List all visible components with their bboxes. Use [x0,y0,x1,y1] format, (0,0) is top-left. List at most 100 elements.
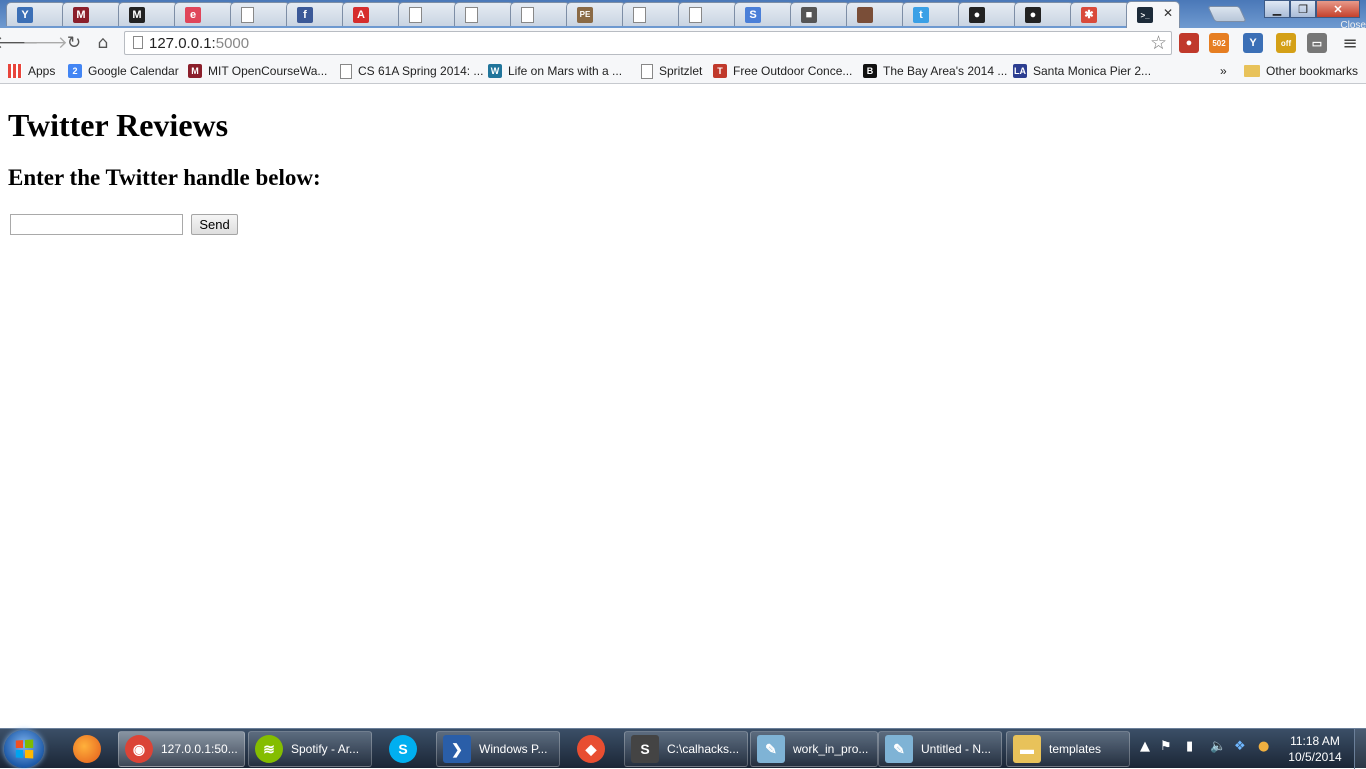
browser-tab[interactable]: f [286,2,346,26]
page-icon [641,63,653,79]
yammer-ext-icon[interactable]: Y [1243,33,1263,53]
browser-tab[interactable]: M [62,2,122,26]
notepad-icon: ✎ [757,735,785,763]
facebook-icon: f [297,6,313,23]
browser-tab[interactable]: ✱ [1070,2,1130,26]
bookmark-item[interactable]: Spritzlet [641,62,702,80]
browser-tab[interactable]: A [342,2,402,26]
taskbar-item[interactable]: ▬ templates [1006,731,1130,767]
browser-tab[interactable]: >_ ✕ [1126,1,1180,28]
browser-tab[interactable]: ■ [790,2,850,26]
taskbar-item-label: 127.0.0.1:50... [161,742,238,756]
windows-logo-icon [15,739,34,759]
taskbar-item[interactable]: ✎ work_in_pro... [750,731,878,767]
google-calendar-icon: 2 [68,64,82,78]
twitter-handle-input[interactable] [10,214,183,235]
browser-tab[interactable] [846,2,906,26]
show-desktop-button[interactable] [1354,729,1366,769]
tab-close-icon[interactable]: ✕ [1163,6,1173,20]
address-bar[interactable]: 127.0.0.1:5000 ☆ [124,31,1172,55]
bookmark-label: Life on Mars with a ... [508,64,623,78]
clock-date: 10/5/2014 [1288,750,1342,764]
windows-taskbar: ◉ 127.0.0.1:50... ≋ Spotify - Ar... ❯ Windows… [0,728,1366,769]
page-icon [340,63,352,79]
maximize-button[interactable]: ❐ [1290,0,1316,18]
overflow-chevron-icon: » [1220,64,1227,78]
spotify-icon: ≋ [255,735,283,763]
bookmark-label: Santa Monica Pier 2... [1033,64,1152,78]
bookmark-item[interactable]: Apps [8,62,55,80]
terminal-icon: >_ [1137,7,1153,23]
taskbar-pin[interactable]: ◆ [566,731,616,767]
box-icon: ■ [801,6,817,23]
browser-tab[interactable]: e [174,2,234,26]
bookmarks-overflow-button[interactable]: » [1220,62,1227,80]
system-clock[interactable]: 11:18 AM 10/5/2014 [1280,733,1350,765]
chrome-icon: ◉ [125,735,153,763]
bookmark-label: Spritzlet [659,64,703,78]
bookmark-item[interactable]: B The Bay Area's 2014 ... [863,62,1007,80]
taskbar-item[interactable]: ❯ Windows P... [436,731,560,767]
browser-toolbar: 🡐 🡒 ↻ ⌂ 127.0.0.1:5000 ☆ ● 502 Yoff ▭ ≡ [0,28,1366,58]
medium-icon: M [129,6,145,23]
browser-tab[interactable]: Y [6,2,66,26]
cast-icon[interactable]: ▭ [1307,33,1327,53]
network-icon[interactable]: ● [1258,739,1269,754]
browser-tab[interactable]: PE [566,2,626,26]
browser-tab[interactable]: ● [958,2,1018,26]
angular-icon: A [353,6,369,23]
firefox-icon [73,735,101,763]
power-icon[interactable]: ▮ [1186,739,1193,754]
rss-icon[interactable]: 502 [1209,33,1229,53]
github-icon: ● [969,6,985,23]
browser-tab[interactable]: t [902,2,962,26]
other-bookmarks-folder[interactable]: Other bookmarks [1244,62,1358,80]
bookmark-item[interactable]: CS 61A Spring 2014: ... [340,62,483,80]
off-icon[interactable]: off [1276,33,1296,53]
bookmark-item[interactable]: W Life on Mars with a ... [488,62,622,80]
bookmark-item[interactable]: 2 Google Calendar [68,62,179,80]
browser-tab[interactable] [622,2,682,26]
pe-icon: PE [577,6,593,23]
bay-area-icon: B [863,64,877,78]
taskbar-item[interactable]: ◉ 127.0.0.1:50... [118,731,245,767]
chrome-menu-button[interactable]: ≡ [1340,33,1360,54]
taskbar-item[interactable]: ≋ Spotify - Ar... [248,731,372,767]
mit-ocw-icon: M [188,64,202,78]
forward-button[interactable]: 🡒 [22,33,68,53]
browser-tab[interactable] [454,2,514,26]
taskbar-firefox-pin[interactable] [62,731,112,767]
browser-tab[interactable] [678,2,738,26]
taskbar-item-label: Untitled - N... [921,742,992,756]
bookmark-item[interactable]: M MIT OpenCourseWa... [188,62,327,80]
browser-tab[interactable] [230,2,290,26]
home-button[interactable]: ⌂ [93,33,113,53]
taskbar-item[interactable]: ✎ Untitled - N... [878,731,1002,767]
reload-button[interactable]: ↻ [64,33,84,53]
adblock-icon[interactable]: ● [1179,33,1199,53]
taskbar-pin[interactable]: S [378,731,428,767]
browser-tab[interactable]: M [118,2,178,26]
new-tab-button[interactable] [1207,6,1247,22]
bookmark-item[interactable]: LA Santa Monica Pier 2... [1013,62,1151,80]
bookmark-star-icon[interactable]: ☆ [1150,32,1167,54]
show-hidden-icons-button[interactable]: ▲ [1140,739,1150,754]
send-button[interactable]: Send [191,214,238,235]
minimize-button[interactable]: ▁ [1264,0,1290,18]
start-button[interactable] [4,730,44,768]
browser-tab[interactable] [398,2,458,26]
bookmark-item[interactable]: T Free Outdoor Conce... [713,62,852,80]
browser-tab[interactable]: S [734,2,794,26]
browser-tab[interactable]: ● [1014,2,1074,26]
taskbar-item-label: Windows P... [479,742,548,756]
folder-icon: ▬ [1013,735,1041,763]
action-center-flag-icon[interactable]: ⚑ [1160,739,1172,754]
page-title: Twitter Reviews [8,107,229,143]
volume-icon[interactable]: 🔈 [1210,739,1226,754]
close-window-button[interactable]: ✕ [1316,0,1360,18]
folder-icon [1244,65,1260,77]
bookmark-label: Free Outdoor Conce... [733,64,853,78]
dropbox-icon[interactable]: ❖ [1234,739,1246,754]
browser-tab[interactable] [510,2,570,26]
taskbar-item[interactable]: S C:\calhacks... [624,731,748,767]
